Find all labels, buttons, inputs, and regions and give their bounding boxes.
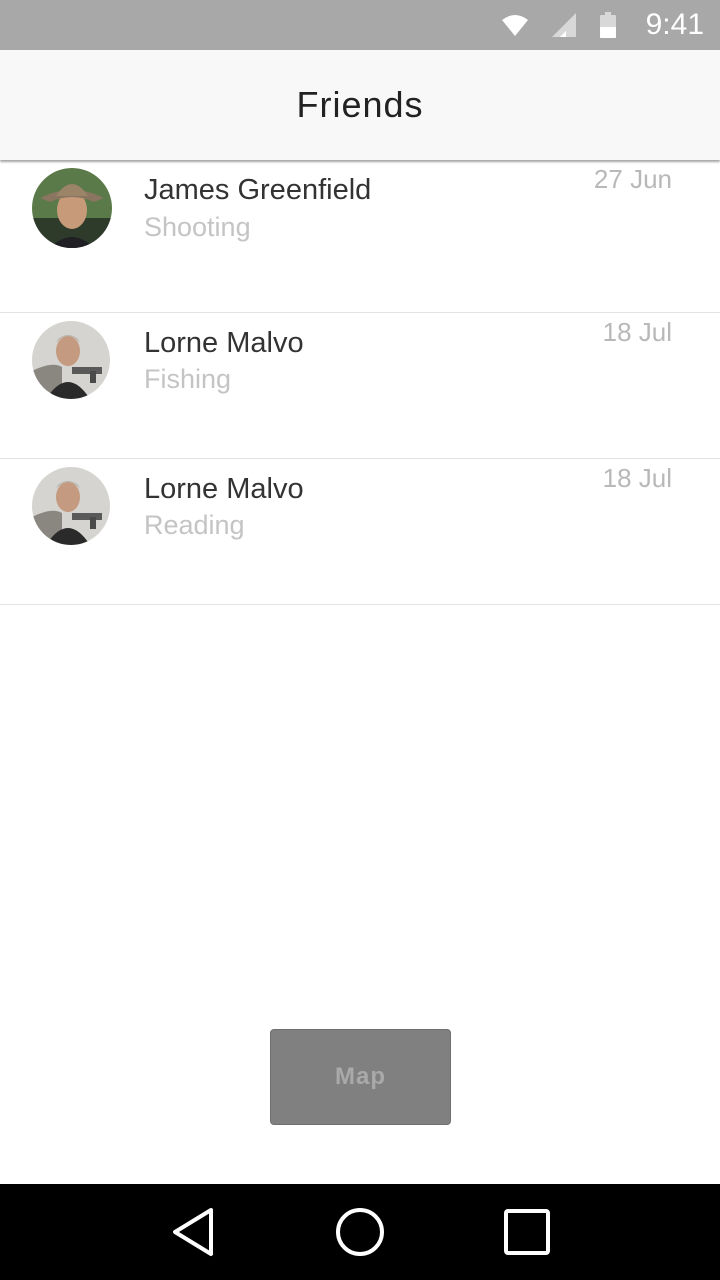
friend-date: 18 Jul xyxy=(602,317,672,347)
wifi-icon xyxy=(501,14,528,36)
avatar xyxy=(32,168,112,248)
home-icon[interactable] xyxy=(320,1192,400,1272)
back-icon[interactable] xyxy=(153,1192,233,1272)
list-item[interactable]: James Greenfield Shooting 27 Jun xyxy=(0,160,720,313)
friend-activity: Shooting xyxy=(144,212,251,242)
list-item[interactable]: Lorne Malvo Fishing 18 Jul xyxy=(0,313,720,459)
friend-date: 27 Jun xyxy=(593,164,672,194)
friend-list: James Greenfield Shooting 27 Jun Lorne M… xyxy=(0,160,720,605)
friend-activity: Fishing xyxy=(144,364,232,394)
navigation-bar xyxy=(0,1184,720,1280)
friend-name: James Greenfield xyxy=(144,174,372,206)
battery-icon xyxy=(599,12,616,38)
recents-icon[interactable] xyxy=(487,1192,567,1272)
friend-date: 18 Jul xyxy=(602,463,672,493)
map-button-label: Map xyxy=(335,1063,386,1090)
map-button[interactable]: Map xyxy=(270,1029,451,1125)
list-item[interactable]: Lorne Malvo Reading 18 Jul xyxy=(0,459,720,605)
page-title: Friends xyxy=(296,84,424,125)
status-bar: 9:41 xyxy=(0,0,720,50)
avatar xyxy=(32,467,110,545)
app-bar: Friends xyxy=(0,50,720,160)
friend-name: Lorne Malvo xyxy=(144,327,304,359)
friends-screen: 9:41 Friends James Greenfield Shooting 2… xyxy=(0,0,720,1280)
cellular-signal-icon xyxy=(551,13,576,37)
friend-name: Lorne Malvo xyxy=(144,473,304,505)
friend-activity: Reading xyxy=(144,510,245,540)
status-time: 9:41 xyxy=(645,8,704,41)
avatar xyxy=(32,321,110,399)
